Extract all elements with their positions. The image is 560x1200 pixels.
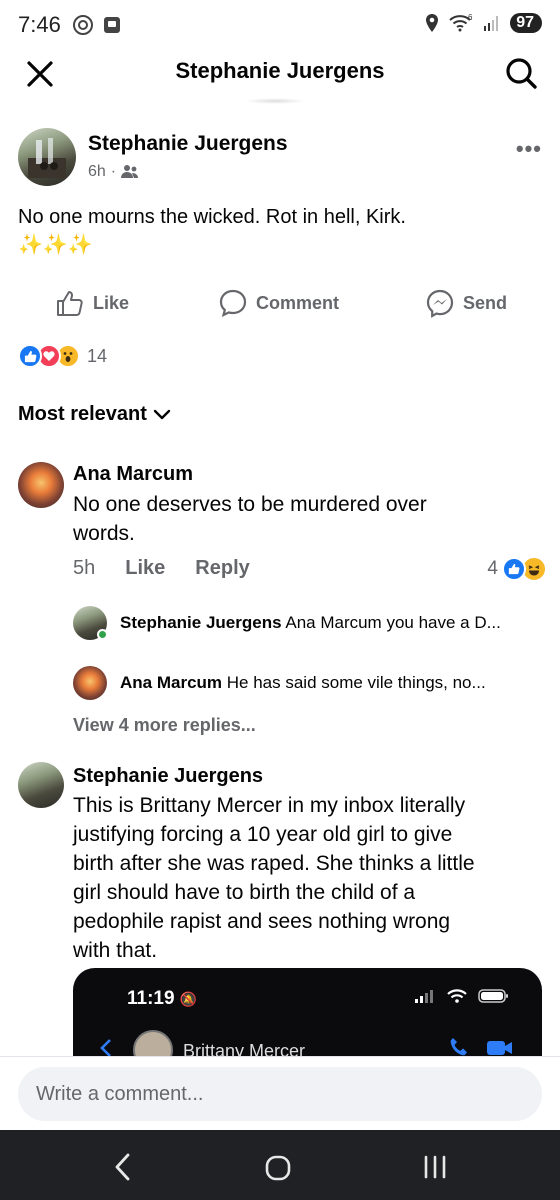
status-bar: 7:46 6 97 bbox=[0, 0, 560, 48]
header-divider bbox=[245, 98, 305, 104]
like-label: Like bbox=[93, 292, 130, 313]
comment-meta: 5h Like Reply bbox=[73, 557, 250, 580]
comment-reactions[interactable]: 4 bbox=[487, 556, 547, 582]
comment-text: This is Brittany Mercer in my inbox lite… bbox=[73, 791, 543, 965]
app-notification-icon bbox=[104, 17, 120, 33]
comment-text-line: words. bbox=[73, 522, 135, 545]
comment-like-button[interactable]: Like bbox=[125, 557, 165, 580]
recent-apps-nav-icon[interactable] bbox=[422, 1154, 448, 1180]
comment-label: Comment bbox=[256, 292, 340, 313]
comment-image-attachment[interactable]: 11:19 🔕 Brittany Mercer bbox=[73, 968, 542, 1058]
online-status-indicator bbox=[97, 629, 108, 640]
system-icons: 6 97 bbox=[425, 13, 542, 33]
post-reactions[interactable]: 14 bbox=[18, 344, 107, 368]
back-chevron-icon bbox=[100, 1039, 111, 1057]
embed-status-time: 11:19 🔕 bbox=[127, 988, 197, 1010]
reply-text: He has said some vile things, no... bbox=[226, 673, 486, 692]
send-button[interactable]: Send bbox=[425, 288, 507, 318]
comment-text-line: pedophile rapist and sees nothing wrong bbox=[73, 910, 451, 933]
back-nav-icon[interactable] bbox=[112, 1152, 134, 1182]
reaction-count: 14 bbox=[87, 345, 108, 366]
comment-text-line: This is Brittany Mercer in my inbox lite… bbox=[73, 794, 466, 817]
like-reaction-icon bbox=[502, 557, 526, 581]
comment-reaction-count: 4 bbox=[487, 558, 498, 579]
embed-status-icons bbox=[414, 988, 510, 1004]
reply-avatar[interactable] bbox=[73, 666, 107, 700]
phone-icon bbox=[450, 1038, 467, 1056]
wifi-icon bbox=[447, 989, 467, 1003]
embed-contact-avatar bbox=[133, 1030, 173, 1058]
wifi-icon: 6 bbox=[449, 13, 473, 32]
reply-author: Stephanie Juergens bbox=[120, 613, 282, 632]
post-meta: 6h · bbox=[88, 163, 139, 181]
signal-icon bbox=[415, 990, 433, 1003]
reply-text: Ana Marcum you have a D... bbox=[285, 613, 501, 632]
comment-text-line: justifying forcing a 10 year old girl to… bbox=[73, 823, 453, 846]
reply-author: Ana Marcum bbox=[120, 673, 223, 692]
messenger-icon bbox=[426, 289, 454, 318]
post-time[interactable]: 6h bbox=[88, 163, 106, 181]
comment-author[interactable]: Ana Marcum bbox=[73, 463, 193, 486]
at-sign-icon bbox=[73, 15, 93, 35]
signal-icon bbox=[484, 16, 499, 31]
svg-text:6: 6 bbox=[468, 13, 473, 22]
view-more-replies-link[interactable]: View 4 more replies... bbox=[73, 715, 256, 736]
comment-text-line: birth after she was raped. She thinks a … bbox=[73, 852, 475, 875]
comment-composer-bar: Write a comment... bbox=[0, 1056, 560, 1130]
comment-icon bbox=[219, 289, 247, 318]
mute-icon: 🔕 bbox=[179, 991, 198, 1007]
comment-text-line: No one deserves to be murdered over bbox=[73, 493, 427, 516]
chevron-down-icon bbox=[153, 409, 171, 419]
more-options-icon[interactable]: ••• bbox=[516, 136, 542, 162]
comment-author[interactable]: Stephanie Juergens bbox=[73, 765, 263, 788]
like-button[interactable]: Like bbox=[55, 288, 129, 318]
location-icon bbox=[426, 14, 439, 32]
battery-icon bbox=[478, 989, 508, 1003]
avatar-photo bbox=[28, 138, 66, 178]
commenter-avatar[interactable] bbox=[18, 462, 64, 508]
sort-label: Most relevant bbox=[18, 403, 147, 425]
like-reaction-icon bbox=[18, 344, 42, 368]
comment-text-line: with that. bbox=[73, 939, 158, 962]
avatar[interactable] bbox=[18, 128, 76, 186]
battery-indicator: 97 bbox=[510, 13, 542, 33]
post-body: No one mourns the wicked. Rot in hell, K… bbox=[18, 203, 538, 259]
thumbs-up-icon bbox=[57, 291, 83, 316]
video-icon bbox=[487, 1041, 512, 1055]
comment-time: 5h bbox=[73, 557, 96, 579]
home-nav-icon[interactable] bbox=[264, 1154, 292, 1182]
commenter-avatar[interactable] bbox=[18, 762, 64, 808]
post-text-line: No one mourns the wicked. Rot in hell, K… bbox=[18, 206, 406, 228]
post-header: Stephanie Juergens 6h · ••• bbox=[18, 128, 542, 190]
post-actions: Like Comment Send bbox=[0, 288, 560, 322]
search-icon[interactable] bbox=[504, 56, 538, 90]
comment-sort-dropdown[interactable]: Most relevant bbox=[18, 403, 171, 426]
notification-icons bbox=[72, 14, 122, 36]
meta-separator: · bbox=[110, 163, 117, 180]
status-time: 7:46 bbox=[18, 12, 61, 37]
send-label: Send bbox=[463, 292, 508, 313]
post-author-name[interactable]: Stephanie Juergens bbox=[88, 132, 288, 156]
comment-text-line: girl should have to birth the child of a bbox=[73, 881, 416, 904]
system-navigation-bar bbox=[0, 1130, 560, 1200]
comment-input[interactable]: Write a comment... bbox=[18, 1067, 542, 1121]
friends-audience-icon bbox=[121, 165, 139, 178]
reply-preview[interactable]: Ana Marcum He has said some vile things,… bbox=[120, 673, 542, 693]
comment-button[interactable]: Comment bbox=[218, 288, 339, 318]
comment-text: No one deserves to be murdered over word… bbox=[73, 490, 427, 548]
page-title: Stephanie Juergens bbox=[175, 58, 385, 83]
reply-preview[interactable]: Stephanie Juergens Ana Marcum you have a… bbox=[120, 613, 542, 633]
embed-time-text: 11:19 bbox=[127, 988, 175, 1009]
comment-reply-button[interactable]: Reply bbox=[195, 557, 249, 580]
post-text-emoji: ✨✨✨ bbox=[18, 234, 93, 256]
app-header: Stephanie Juergens bbox=[0, 48, 560, 98]
